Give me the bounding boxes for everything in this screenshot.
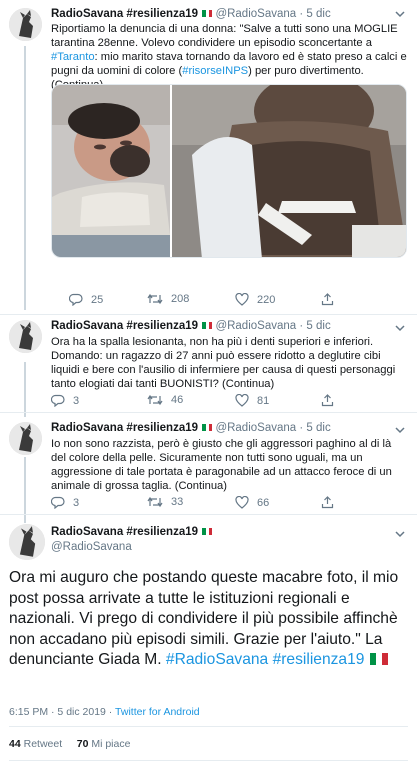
italy-flag-icon — [202, 528, 213, 535]
tweet-stats: 44 Retweet 70 Mi piace — [9, 738, 130, 750]
hashtag-link[interactable]: #risorseINPS — [182, 65, 248, 77]
italy-flag-icon — [202, 322, 213, 329]
like-count[interactable]: 70 Mi piace — [77, 738, 131, 750]
reply-button[interactable]: 3 — [51, 394, 79, 407]
avatar[interactable] — [9, 422, 42, 455]
italy-flag-icon — [369, 653, 388, 665]
share-button[interactable] — [321, 293, 342, 306]
tweet[interactable]: RadioSavana #resilienza19 @RadioSavana ·… — [0, 414, 417, 514]
divider — [9, 726, 408, 727]
handle[interactable]: @RadioSavana — [215, 320, 296, 332]
retweet-button[interactable]: 33 — [147, 496, 183, 508]
avatar[interactable] — [9, 524, 45, 560]
source-link[interactable]: Twitter for Android — [115, 706, 200, 718]
tweet-timestamp: 6:15 PM · 5 dic 2019 · Twitter for Andro… — [9, 706, 200, 718]
handle[interactable]: @RadioSavana — [215, 8, 296, 20]
chevron-down-icon[interactable] — [395, 526, 405, 544]
avatar[interactable] — [9, 8, 42, 41]
share-icon — [321, 293, 334, 306]
share-icon — [321, 394, 334, 407]
divider — [9, 760, 408, 761]
tweet-header: RadioSavana #resilienza19 @RadioSavana ·… — [51, 422, 331, 434]
display-name[interactable]: RadioSavana #resilienza19 — [51, 320, 198, 332]
like-button[interactable]: 81 — [235, 394, 269, 407]
divider — [0, 314, 417, 315]
reply-icon — [51, 496, 65, 509]
share-button[interactable] — [321, 394, 342, 407]
tweet-date[interactable]: · 5 dic — [299, 8, 330, 20]
retweet-icon — [147, 496, 163, 508]
reply-icon — [51, 394, 65, 407]
tweet-date[interactable]: · 5 dic — [299, 422, 330, 434]
italy-flag-icon — [202, 10, 213, 17]
share-icon — [321, 496, 334, 509]
display-name[interactable]: RadioSavana #resilienza19 — [51, 526, 198, 538]
hashtag-link[interactable]: #Taranto — [51, 51, 95, 63]
tweet-header: RadioSavana #resilienza19 @RadioSavana ·… — [51, 320, 331, 332]
heart-icon — [235, 496, 249, 509]
tweet-text: Io non sono razzista, però è giusto che … — [51, 438, 392, 492]
divider — [0, 514, 417, 515]
tweet[interactable]: RadioSavana #resilienza19 @RadioSavana ·… — [0, 0, 417, 318]
retweet-count[interactable]: 44 Retweet — [9, 738, 62, 750]
main-tweet-text: Ora mi auguro che postando queste macabr… — [9, 569, 399, 668]
retweet-icon — [147, 293, 163, 305]
handle[interactable]: @RadioSavana — [51, 541, 132, 553]
main-tweet[interactable]: RadioSavana #resilienza19 @RadioSavana O… — [0, 516, 417, 768]
like-button[interactable]: 220 — [235, 293, 275, 306]
retweet-button[interactable]: 208 — [147, 293, 189, 305]
like-button[interactable]: 66 — [235, 496, 269, 509]
reply-icon — [69, 293, 83, 306]
retweet-icon — [147, 394, 163, 406]
avatar[interactable] — [9, 320, 42, 353]
reply-button[interactable]: 3 — [51, 496, 79, 509]
tweet-header: RadioSavana #resilienza19 — [51, 526, 213, 538]
retweet-button[interactable]: 46 — [147, 394, 183, 406]
tweet-header: RadioSavana #resilienza19 @RadioSavana ·… — [51, 8, 331, 20]
handle[interactable]: @RadioSavana — [215, 422, 296, 434]
tweet[interactable]: RadioSavana #resilienza19 @RadioSavana ·… — [0, 316, 417, 412]
share-button[interactable] — [321, 496, 342, 509]
tweet-text: Ora ha la spalla lesionanta, non ha più … — [51, 336, 396, 390]
divider — [0, 412, 417, 413]
hashtag-link[interactable]: #RadioSavana — [166, 651, 268, 668]
reply-button[interactable]: 25 — [69, 293, 103, 306]
heart-icon — [235, 394, 249, 407]
tweet-text: Riportiamo la denuncia di una donna: "Sa… — [51, 23, 407, 91]
display-name[interactable]: RadioSavana #resilienza19 — [51, 422, 198, 434]
tweet-media[interactable] — [51, 84, 407, 258]
tweet-date[interactable]: · 5 dic — [299, 320, 330, 332]
hashtag-link[interactable]: #resilienza19 — [273, 651, 365, 668]
italy-flag-icon — [202, 424, 213, 431]
display-name[interactable]: RadioSavana #resilienza19 — [51, 8, 198, 20]
heart-icon — [235, 293, 249, 306]
